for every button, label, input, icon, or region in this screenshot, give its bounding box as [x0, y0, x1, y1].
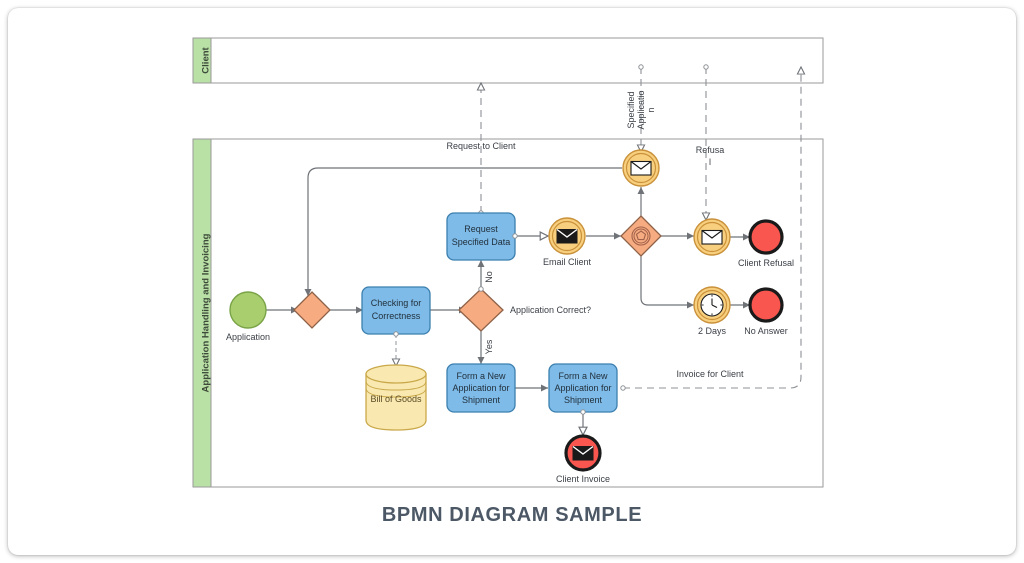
- node-two-days-timer[interactable]: 2 Days: [693, 286, 731, 336]
- svg-text:Application for: Application for: [554, 383, 611, 393]
- node-label-two-days-timer: 2 Days: [698, 326, 727, 336]
- node-bill-of-goods[interactable]: Bill of Goods: [365, 364, 427, 431]
- envelope-filled-icon: [572, 445, 594, 461]
- envelope-filled-icon: [556, 228, 578, 244]
- lane-client: Client: [192, 37, 824, 84]
- screenshot-canvas: Client Application Handling and Invoicin…: [0, 0, 1024, 563]
- message-label-specified-application: SpecifiedApplication: [626, 90, 656, 129]
- flow-label-yes: Yes: [484, 339, 494, 354]
- svg-text:Checking for: Checking for: [371, 298, 422, 308]
- envelope-outline-icon: [701, 229, 723, 245]
- envelope-outline-icon: [630, 160, 652, 176]
- node-label-client-invoice: Client Invoice: [556, 474, 610, 484]
- message-label-request-to-client: Request to Client: [446, 141, 516, 151]
- node-form-new-application-shipment-1[interactable]: Form a New Application for Shipment: [446, 363, 516, 413]
- node-label-bill-of-goods: Bill of Goods: [370, 394, 422, 404]
- svg-text:Form a New: Form a New: [456, 371, 506, 381]
- node-refusal-receive[interactable]: [693, 218, 731, 256]
- node-label-email-client: Email Client: [543, 257, 592, 267]
- bpmn-diagram: Client Application Handling and Invoicin…: [192, 37, 824, 488]
- node-checking-for-correctness[interactable]: Checking for Correctness: [361, 286, 431, 337]
- svg-text:Application for: Application for: [452, 383, 509, 393]
- message-label-invoice-for-client: Invoice for Client: [676, 369, 744, 379]
- node-label-application: Application: [226, 332, 270, 342]
- clock-icon: [700, 293, 724, 317]
- svg-text:Shipment: Shipment: [564, 395, 603, 405]
- svg-text:Correctness: Correctness: [372, 311, 421, 321]
- svg-text:Request: Request: [464, 224, 498, 234]
- node-label-no-answer: No Answer: [744, 326, 788, 336]
- svg-text:Specified Data: Specified Data: [452, 237, 511, 247]
- lane-label-application-handling: Application Handling and Invoicing: [201, 233, 212, 392]
- node-request-specified-data[interactable]: Request Specified Data: [446, 212, 518, 261]
- diagram-title: BPMN DIAGRAM SAMPLE: [381, 504, 643, 526]
- node-label-client-refusal: Client Refusal: [738, 258, 794, 268]
- node-form-new-application-shipment-2[interactable]: Form a New Application for Shipment: [548, 363, 618, 415]
- node-specified-application-receive[interactable]: [622, 149, 660, 187]
- node-application[interactable]: Application: [226, 291, 270, 342]
- flow-label-no: No: [484, 271, 494, 283]
- svg-text:Shipment: Shipment: [462, 395, 501, 405]
- lane-label-client: Client: [201, 46, 212, 73]
- svg-text:Form a New: Form a New: [558, 371, 608, 381]
- node-label-application-correct: Application Correct?: [510, 305, 591, 315]
